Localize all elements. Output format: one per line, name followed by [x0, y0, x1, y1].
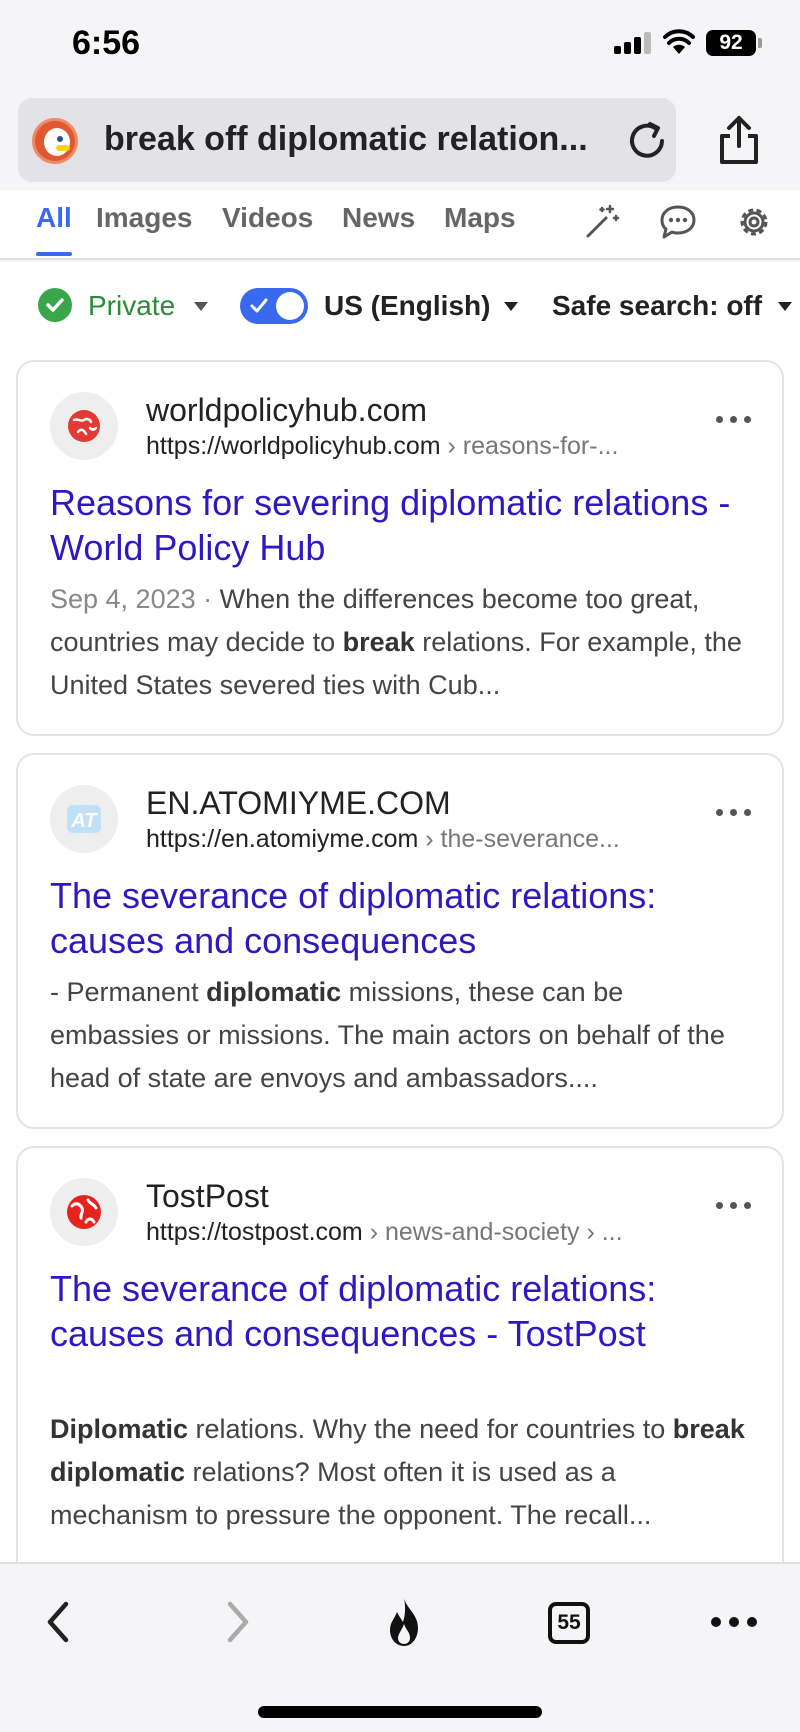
cellular-signal-icon — [614, 32, 652, 54]
chevron-down-icon[interactable] — [778, 302, 792, 311]
region-selector[interactable]: US (English) — [324, 290, 490, 322]
result-url-path: › reasons-for-... — [440, 432, 619, 460]
share-icon[interactable] — [716, 114, 762, 166]
status-time: 6:56 — [72, 24, 141, 62]
status-bar: 6:56 92 — [0, 0, 800, 90]
result-card[interactable]: AT EN.ATOMIYME.COM https://en.atomiyme.c… — [16, 753, 784, 1129]
tab-news[interactable]: News — [342, 202, 415, 234]
search-tabs: All Images Videos News Maps — [0, 190, 800, 260]
result-url[interactable]: https://worldpolicyhub.com › reasons-for… — [146, 432, 706, 461]
result-date: Sep 4, 2023 — [50, 584, 196, 614]
forward-icon[interactable] — [208, 1594, 264, 1650]
home-indicator — [258, 1706, 542, 1718]
result-url-path: › the-severance... — [418, 825, 620, 853]
result-site-name: TostPost — [146, 1178, 269, 1214]
result-url-domain: https://en.atomiyme.com — [146, 825, 419, 853]
tab-videos[interactable]: Videos — [222, 202, 313, 234]
result-card[interactable]: worldpolicyhub.com https://worldpolicyhu… — [16, 360, 784, 736]
more-options-icon[interactable] — [714, 805, 754, 821]
result-site-name: worldpolicyhub.com — [146, 392, 428, 428]
wifi-icon — [663, 29, 695, 54]
date-separator: · — [195, 584, 220, 614]
snippet-text: relations. Why the need for countries to — [188, 1414, 673, 1444]
result-snippet: - Permanent diplomatic missions, these c… — [50, 971, 756, 1100]
tab-all[interactable]: All — [36, 202, 72, 234]
result-card[interactable]: TostPost https://tostpost.com › news-and… — [16, 1146, 784, 1586]
tab-images[interactable]: Images — [96, 202, 193, 234]
search-query-text[interactable]: break off diplomatic relation... — [104, 120, 614, 159]
more-options-icon[interactable] — [714, 1198, 754, 1214]
reload-icon[interactable] — [624, 118, 670, 164]
result-site-name: EN.ATOMIYME.COM — [146, 785, 451, 821]
magic-wand-icon[interactable] — [582, 202, 622, 242]
address-bar[interactable]: break off diplomatic relation... — [18, 98, 676, 182]
result-title-link[interactable]: The severance of diplomatic relations: c… — [50, 873, 750, 963]
gear-icon[interactable] — [734, 202, 774, 242]
tab-maps[interactable]: Maps — [444, 202, 516, 234]
more-options-icon[interactable] — [714, 412, 754, 428]
snippet-highlight: break — [342, 627, 415, 657]
safe-search-selector[interactable]: Safe search: off — [552, 290, 762, 322]
site-favicon-icon: AT — [50, 785, 118, 853]
private-check-icon — [38, 288, 72, 322]
result-snippet: Sep 4, 2023 · When the differences becom… — [50, 578, 756, 707]
snippet-highlight: Diplomatic — [50, 1414, 189, 1444]
site-favicon-icon — [50, 392, 118, 460]
result-url-domain: https://worldpolicyhub.com — [146, 432, 441, 460]
search-filters: Private US (English) Safe search: off — [0, 262, 800, 358]
site-favicon-icon — [50, 1178, 118, 1246]
bottom-toolbar: 55 — [0, 1562, 800, 1732]
chevron-down-icon[interactable] — [504, 302, 518, 311]
result-url[interactable]: https://tostpost.com › news-and-society … — [146, 1218, 706, 1247]
result-snippet: Diplomatic relations. Why the need for c… — [50, 1408, 756, 1537]
active-tab-indicator — [36, 252, 72, 256]
tab-count-button[interactable]: 55 — [548, 1602, 590, 1644]
snippet-highlight: diplomatic — [206, 977, 342, 1007]
battery-indicator: 92 — [706, 30, 762, 56]
svg-text:AT: AT — [70, 810, 98, 832]
fire-icon[interactable] — [376, 1594, 432, 1650]
duckduckgo-logo-icon — [32, 118, 78, 164]
snippet-text: - Permanent — [50, 977, 207, 1007]
chevron-down-icon[interactable] — [194, 302, 208, 311]
back-icon[interactable] — [32, 1594, 88, 1650]
result-url-domain: https://tostpost.com — [146, 1218, 363, 1246]
chat-icon[interactable] — [658, 202, 698, 242]
private-filter-label[interactable]: Private — [88, 290, 175, 322]
result-title-link[interactable]: The severance of diplomatic relations: c… — [50, 1266, 750, 1356]
more-icon[interactable] — [706, 1594, 762, 1650]
region-toggle[interactable] — [240, 288, 308, 324]
result-title-link[interactable]: Reasons for severing diplomatic relation… — [50, 480, 750, 570]
result-url[interactable]: https://en.atomiyme.com › the-severance.… — [146, 825, 706, 854]
result-url-path: › news-and-society › ... — [362, 1218, 623, 1246]
